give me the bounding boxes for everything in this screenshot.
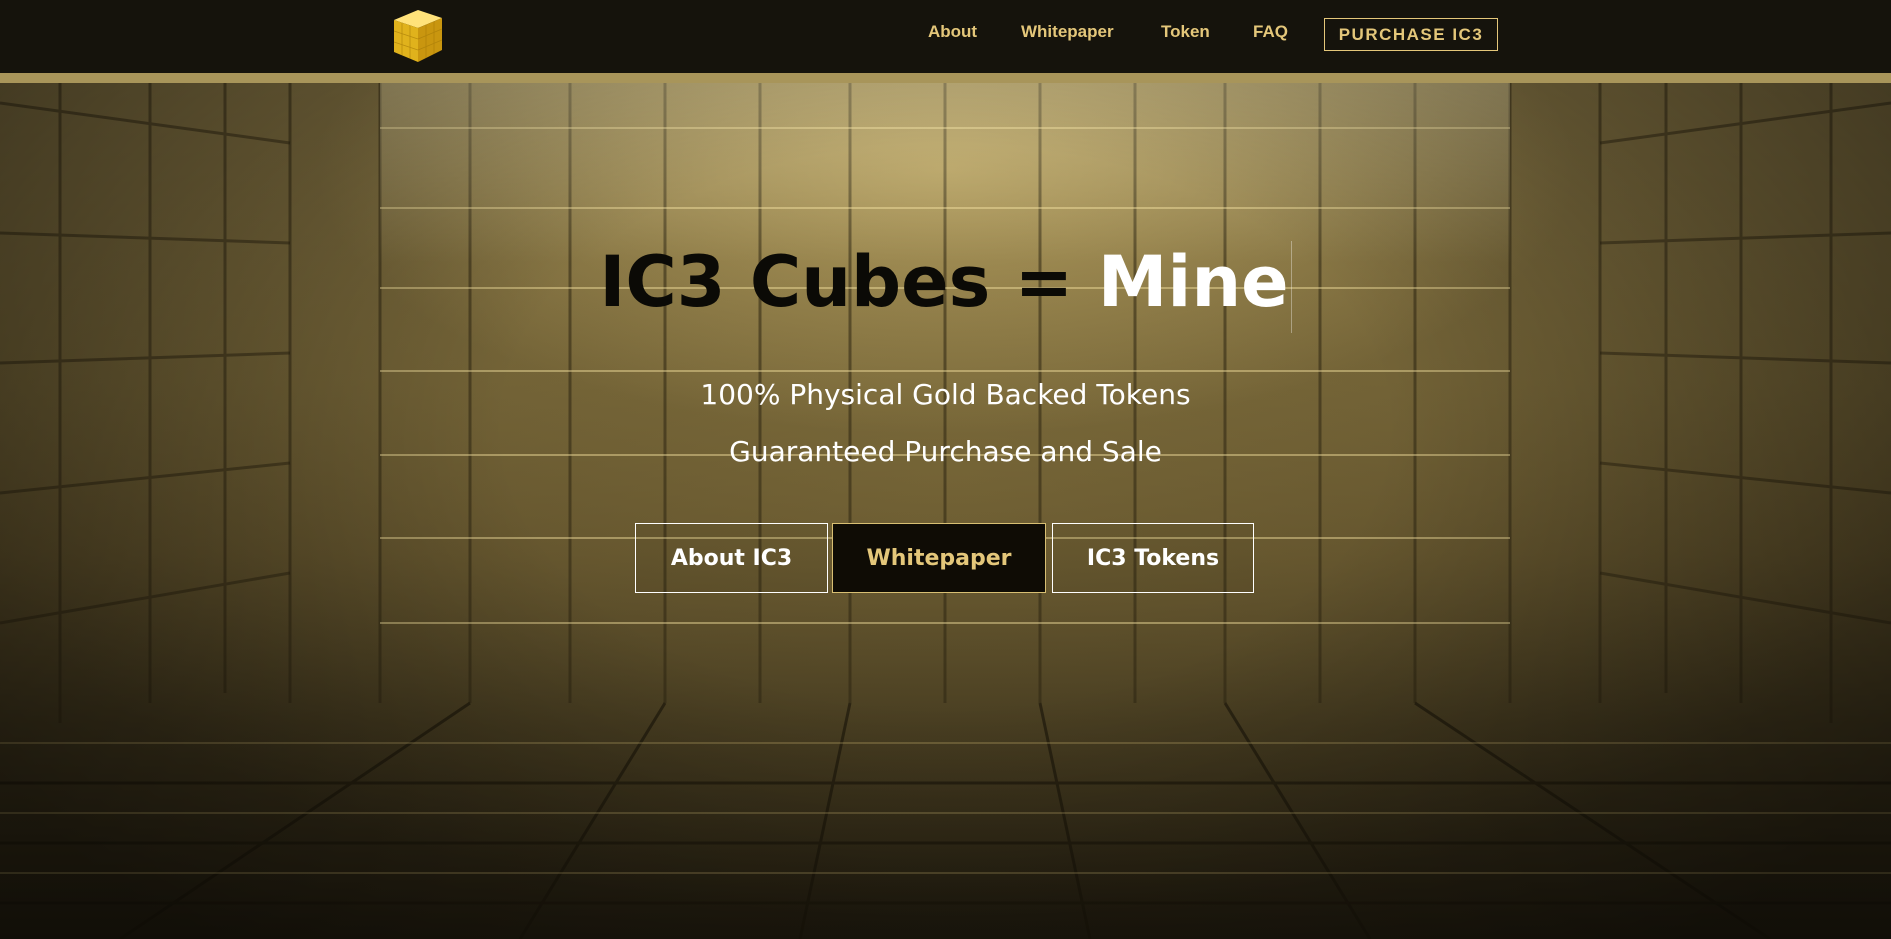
nav-link-whitepaper[interactable]: Whitepaper	[1021, 22, 1114, 42]
hero-section	[0, 83, 1891, 939]
about-ic3-button[interactable]: About IC3	[635, 523, 828, 593]
typing-caret	[1290, 241, 1292, 333]
hero-subtitle-1: 100% Physical Gold Backed Tokens	[700, 378, 1191, 411]
background-vignette	[0, 83, 1891, 939]
hero-subtitle-2: Guaranteed Purchase and Sale	[729, 435, 1162, 468]
hero-title-part1: IC3 Cubes =	[599, 241, 1098, 324]
nav-link-faq[interactable]: FAQ	[1253, 22, 1288, 42]
ic3-tokens-button[interactable]: IC3 Tokens	[1052, 523, 1254, 593]
hero-title: IC3 Cubes = Mine	[0, 241, 1891, 333]
purchase-ic3-button[interactable]: PURCHASE IC3	[1324, 18, 1498, 51]
hero-title-part2: Mine	[1097, 241, 1289, 324]
nav-link-token[interactable]: Token	[1161, 22, 1210, 42]
nav-accent-bar	[0, 73, 1891, 83]
nav-link-about[interactable]: About	[928, 22, 977, 42]
whitepaper-button[interactable]: Whitepaper	[832, 523, 1046, 593]
top-navigation: About Whitepaper Token FAQ PURCHASE IC3	[0, 0, 1891, 73]
page: About Whitepaper Token FAQ PURCHASE IC3	[0, 0, 1891, 939]
gold-cube-logo-icon[interactable]	[388, 6, 446, 64]
